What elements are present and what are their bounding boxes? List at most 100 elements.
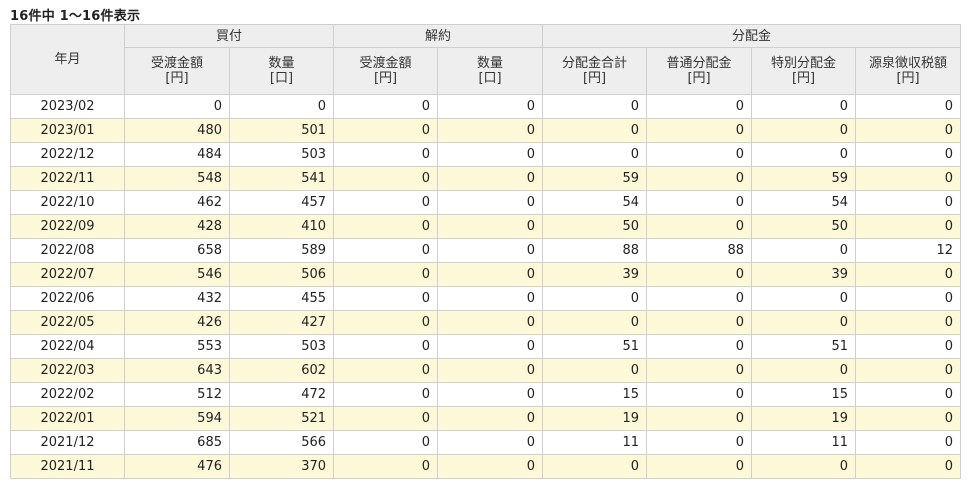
cancel-amount-cell: 0 (333, 94, 439, 119)
buy-amount-cell: 480 (124, 118, 230, 143)
buy-amount-cell: 643 (124, 358, 230, 383)
dividend-ordinary-cell: 0 (646, 262, 753, 287)
month-cell: 2022/03 (10, 358, 125, 383)
cancel-amount-cell: 0 (333, 142, 439, 167)
dividend-ordinary-cell: 0 (646, 190, 753, 215)
dividend-ordinary-cell: 0 (646, 454, 753, 479)
withholding-tax-cell: 0 (855, 382, 962, 407)
cancel-quantity-cell: 0 (437, 238, 544, 263)
dividend-total-cell: 54 (542, 190, 648, 215)
dividend-special-cell: 54 (751, 190, 857, 215)
withholding-tax-cell: 0 (855, 262, 962, 287)
withholding-tax-cell: 0 (855, 406, 962, 431)
withholding-tax-cell: 0 (855, 142, 962, 167)
buy-quantity-cell: 370 (228, 454, 335, 479)
dividend-ordinary-cell: 0 (646, 286, 753, 311)
dividend-total-cell: 0 (542, 142, 648, 167)
table-body: 2023/02 0 0 0 0 0 0 0 0 2023/01 480 501 0 0 0 0 0 0 2022/1… (10, 94, 962, 479)
buy-amount-cell: 462 (124, 190, 230, 215)
dividend-special-cell: 0 (751, 118, 857, 143)
header-label: 受渡金額 (359, 56, 412, 71)
cancel-amount-cell: 0 (333, 214, 439, 239)
withholding-tax-cell: 0 (855, 454, 962, 479)
cancel-amount-cell: 0 (333, 334, 439, 359)
cancel-quantity-cell: 0 (437, 118, 544, 143)
table-header: 年月 買付 解約 分配金 受渡金額 [円] 数量 [口] 受渡金額 [円] 数量 [口] 分配金… (10, 24, 962, 95)
header-buy-amount: 受渡金額 [円] (124, 47, 230, 95)
cancel-amount-cell: 0 (333, 190, 439, 215)
withholding-tax-cell: 0 (855, 358, 962, 383)
buy-amount-cell: 594 (124, 406, 230, 431)
header-unit: [口] (478, 71, 502, 86)
dividend-special-cell: 0 (751, 358, 857, 383)
cancel-quantity-cell: 0 (437, 310, 544, 335)
cancel-quantity-cell: 0 (437, 358, 544, 383)
buy-amount-cell: 428 (124, 214, 230, 239)
month-cell: 2022/05 (10, 310, 125, 335)
cancel-amount-cell: 0 (333, 358, 439, 383)
buy-quantity-cell: 589 (228, 238, 335, 263)
transaction-table: 年月 買付 解約 分配金 受渡金額 [円] 数量 [口] 受渡金額 [円] 数量 [口] 分配金… (10, 24, 962, 479)
dividend-special-cell: 50 (751, 214, 857, 239)
cancel-quantity-cell: 0 (437, 382, 544, 407)
buy-amount-cell: 512 (124, 382, 230, 407)
header-unit: [円] (687, 71, 711, 86)
withholding-tax-cell: 12 (855, 238, 962, 263)
buy-quantity-cell: 501 (228, 118, 335, 143)
header-label: 特別分配金 (771, 56, 837, 71)
table-row: 2022/09 428 410 0 0 50 0 50 0 (10, 214, 962, 239)
cancel-amount-cell: 0 (333, 310, 439, 335)
buy-quantity-cell: 503 (228, 142, 335, 167)
cancel-quantity-cell: 0 (437, 334, 544, 359)
table-row: 2022/07 546 506 0 0 39 0 39 0 (10, 262, 962, 287)
dividend-ordinary-cell: 0 (646, 142, 753, 167)
header-cancel-amount: 受渡金額 [円] (333, 47, 439, 95)
dividend-special-cell: 15 (751, 382, 857, 407)
month-cell: 2022/09 (10, 214, 125, 239)
buy-amount-cell: 476 (124, 454, 230, 479)
dividend-special-cell: 0 (751, 142, 857, 167)
dividend-total-cell: 0 (542, 358, 648, 383)
dividend-special-cell: 51 (751, 334, 857, 359)
withholding-tax-cell: 0 (855, 118, 962, 143)
table-row: 2021/12 685 566 0 0 11 0 11 0 (10, 430, 962, 455)
header-dividend-total: 分配金合計 [円] (542, 47, 648, 95)
dividend-total-cell: 51 (542, 334, 648, 359)
dividend-ordinary-cell: 0 (646, 94, 753, 119)
withholding-tax-cell: 0 (855, 334, 962, 359)
dividend-ordinary-cell: 0 (646, 166, 753, 191)
buy-quantity-cell: 427 (228, 310, 335, 335)
dividend-total-cell: 0 (542, 94, 648, 119)
header-label: 受渡金額 (150, 56, 203, 71)
header-unit: [口] (269, 71, 294, 86)
cancel-quantity-cell: 0 (437, 166, 544, 191)
withholding-tax-cell: 0 (855, 286, 962, 311)
header-withholding-tax: 源泉徴収税額 [円] (855, 47, 962, 95)
buy-amount-cell: 546 (124, 262, 230, 287)
month-cell: 2022/12 (10, 142, 125, 167)
cancel-amount-cell: 0 (333, 286, 439, 311)
buy-quantity-cell: 455 (228, 286, 335, 311)
dividend-special-cell: 11 (751, 430, 857, 455)
buy-amount-cell: 658 (124, 238, 230, 263)
month-cell: 2022/01 (10, 406, 125, 431)
table-row: 2022/11 548 541 0 0 59 0 59 0 (10, 166, 962, 191)
buy-quantity-cell: 541 (228, 166, 335, 191)
cancel-amount-cell: 0 (333, 382, 439, 407)
buy-quantity-cell: 457 (228, 190, 335, 215)
cancel-amount-cell: 0 (333, 166, 439, 191)
header-unit: [円] (373, 71, 398, 86)
withholding-tax-cell: 0 (855, 190, 962, 215)
buy-quantity-cell: 521 (228, 406, 335, 431)
dividend-ordinary-cell: 0 (646, 118, 753, 143)
withholding-tax-cell: 0 (855, 430, 962, 455)
month-cell: 2022/04 (10, 334, 125, 359)
table-row: 2022/02 512 472 0 0 15 0 15 0 (10, 382, 962, 407)
table-row: 2021/11 476 370 0 0 0 0 0 0 (10, 454, 962, 479)
table-row: 2023/02 0 0 0 0 0 0 0 0 (10, 94, 962, 119)
header-label: 分配金合計 (562, 56, 628, 71)
month-cell: 2023/02 (10, 94, 125, 119)
cancel-quantity-cell: 0 (437, 286, 544, 311)
buy-amount-cell: 432 (124, 286, 230, 311)
header-buy-quantity: 数量 [口] (228, 47, 335, 95)
